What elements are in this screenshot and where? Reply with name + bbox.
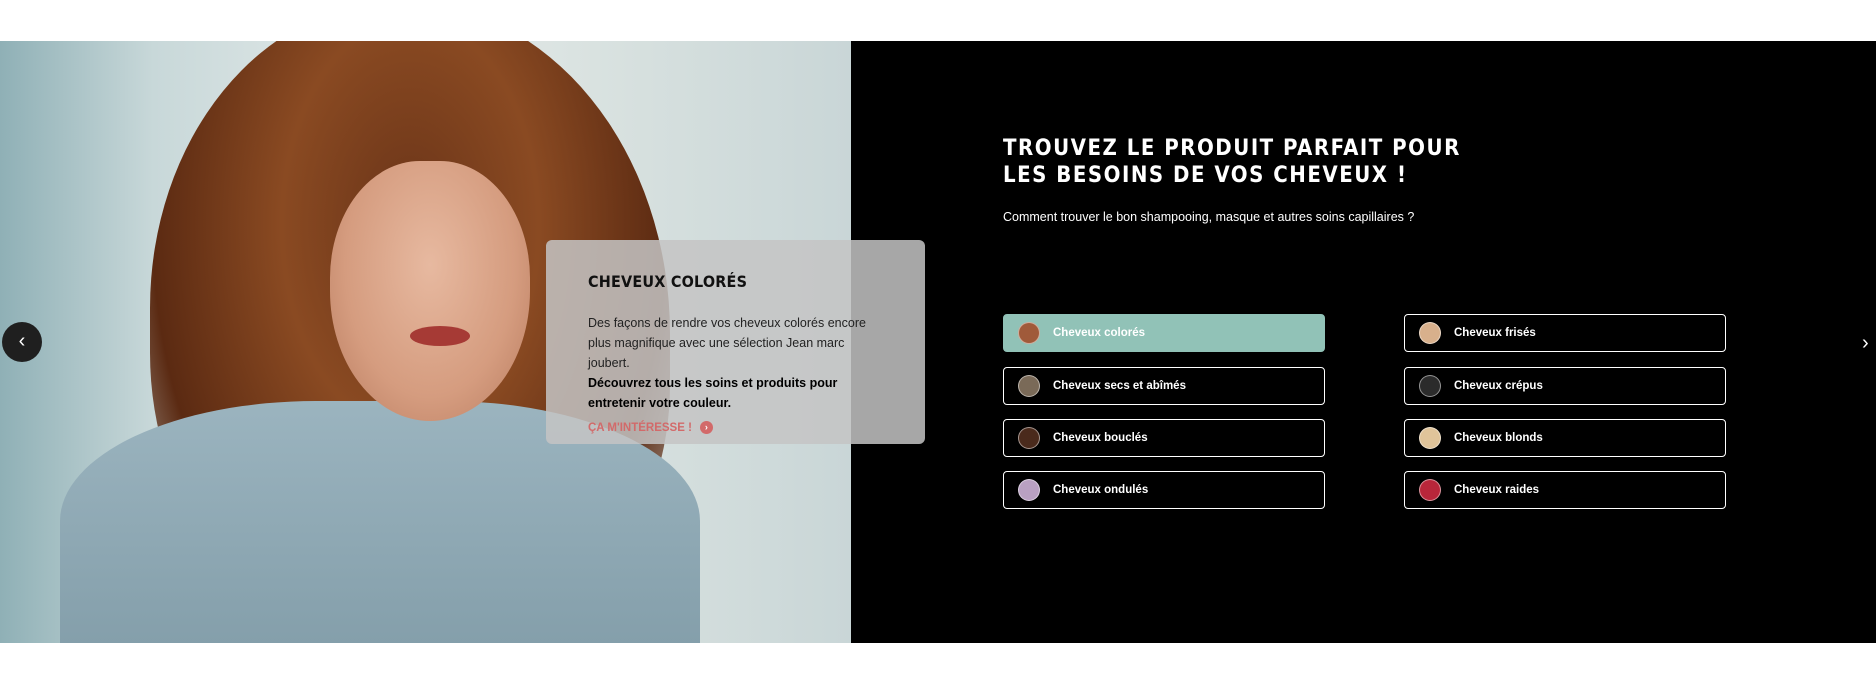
card-cta-label: ÇA M'INTÉRESSE ! (588, 421, 692, 434)
hair-type-label: Cheveux secs et abîmés (1053, 380, 1186, 392)
hero-slider: TROUVEZ LE PRODUIT PARFAIT POUR LES BESO… (0, 41, 1876, 643)
photo-lips (410, 326, 470, 346)
hair-type-button-raides[interactable]: Cheveux raides (1404, 471, 1726, 509)
hair-type-label: Cheveux bouclés (1053, 432, 1148, 444)
avatar (1018, 375, 1040, 397)
avatar (1018, 322, 1040, 344)
slider-prev-button[interactable]: ‹ (2, 322, 42, 362)
chevron-right-circle-icon: › (699, 421, 713, 434)
avatar (1419, 427, 1441, 449)
hair-type-label: Cheveux blonds (1454, 432, 1543, 444)
chevron-left-icon: ‹ (18, 330, 26, 352)
hair-type-button-secs-abimes[interactable]: Cheveux secs et abîmés (1003, 367, 1325, 405)
hair-type-button-boucles[interactable]: Cheveux bouclés (1003, 419, 1325, 457)
chevron-right-icon: › (1862, 332, 1869, 354)
hair-type-button-colores[interactable]: Cheveux colorés (1003, 314, 1325, 352)
hair-type-label: Cheveux colorés (1053, 327, 1146, 339)
info-card: CHEVEUX COLORÉS Des façons de rendre vos… (546, 240, 925, 444)
avatar (1018, 479, 1040, 501)
hair-type-button-frises[interactable]: Cheveux frisés (1404, 314, 1726, 352)
hair-type-button-ondules[interactable]: Cheveux ondulés (1003, 471, 1325, 509)
avatar (1419, 322, 1441, 344)
avatar (1419, 479, 1441, 501)
hair-type-label: Cheveux raides (1454, 484, 1540, 496)
card-title: CHEVEUX COLORÉS (588, 272, 748, 291)
card-description: Des façons de rendre vos cheveux colorés… (588, 316, 866, 370)
photo-face (330, 161, 530, 421)
page-title: TROUVEZ LE PRODUIT PARFAIT POUR LES BESO… (1003, 135, 1461, 189)
headline-line-2: LES BESOINS DE VOS CHEVEUX ! (1003, 163, 1408, 188)
headline-line-1: TROUVEZ LE PRODUIT PARFAIT POUR (1003, 136, 1461, 161)
slider-next-button[interactable]: › (1862, 331, 1869, 355)
hair-type-label: Cheveux ondulés (1053, 484, 1149, 496)
avatar (1018, 427, 1040, 449)
hair-type-button-crepus[interactable]: Cheveux crépus (1404, 367, 1726, 405)
hair-type-label: Cheveux crépus (1454, 380, 1543, 392)
avatar (1419, 375, 1441, 397)
hair-type-button-blonds[interactable]: Cheveux blonds (1404, 419, 1726, 457)
card-highlight: Découvrez tous les soins et produits pou… (588, 376, 838, 410)
subtitle: Comment trouver le bon shampooing, masqu… (1003, 210, 1415, 224)
card-cta-link[interactable]: ÇA M'INTÉRESSE ! › (588, 421, 883, 434)
hair-finder-panel: TROUVEZ LE PRODUIT PARFAIT POUR LES BESO… (851, 41, 1876, 643)
hair-type-label: Cheveux frisés (1454, 327, 1536, 339)
